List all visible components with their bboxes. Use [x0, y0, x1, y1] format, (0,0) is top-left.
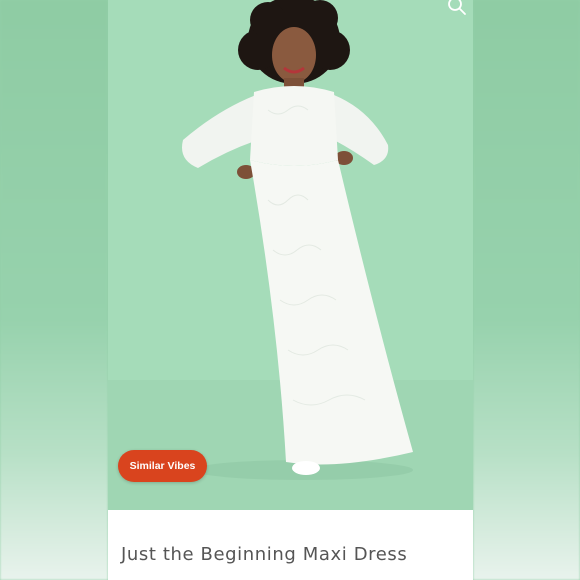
product-screen: Similar Vibes Just the Beginning Maxi Dr…: [108, 0, 473, 580]
blurred-background-left: [0, 0, 108, 580]
similar-vibes-button[interactable]: Similar Vibes: [118, 450, 207, 482]
search-icon[interactable]: [447, 0, 467, 16]
product-title: Just the Beginning Maxi Dress: [121, 544, 408, 565]
similar-vibes-label: Similar Vibes: [129, 460, 196, 472]
blurred-background-right: [473, 0, 580, 580]
product-info-card: Just the Beginning Maxi Dress: [108, 510, 473, 580]
product-photo[interactable]: [108, 0, 473, 510]
